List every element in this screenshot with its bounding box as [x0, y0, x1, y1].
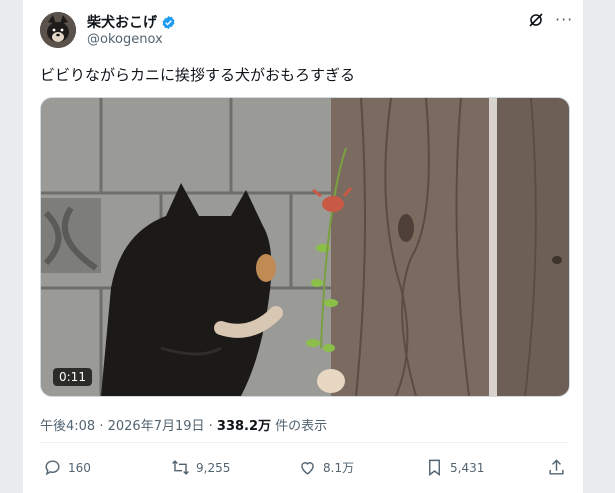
like-count: 8.1万: [323, 461, 355, 475]
more-options-icon[interactable]: ···: [555, 10, 573, 29]
author-handle[interactable]: @okogenox: [87, 32, 163, 47]
heart-icon: [301, 462, 314, 475]
bookmark-button[interactable]: 5,431: [425, 458, 484, 477]
tweet-card: 柴犬おこげ @okogenox ··· ビビりながらカニに挨拶する犬がおもろすぎ…: [23, 0, 583, 493]
tweet-video[interactable]: 0:11: [40, 97, 570, 397]
reply-icon: [45, 460, 60, 476]
repost-icon: [172, 460, 189, 475]
avatar[interactable]: [40, 12, 76, 48]
view-count: 338.2万: [216, 419, 272, 434]
meta-separator: ·: [95, 419, 108, 434]
grok-icon[interactable]: [528, 12, 544, 28]
bookmark-icon: [429, 459, 440, 477]
reply-count: 160: [68, 460, 91, 475]
video-duration: 0:11: [53, 368, 92, 386]
video-frame: [41, 98, 569, 396]
bookmark-count: 5,431: [450, 460, 485, 475]
meta-separator: ·: [204, 419, 217, 434]
tweet-text: ビビりながらカニに挨拶する犬がおもろすぎる: [40, 66, 356, 84]
share-icon: [549, 459, 564, 475]
share-button[interactable]: [547, 458, 566, 477]
view-count-label: 件の表示: [271, 419, 328, 434]
action-bar: 160 9,255 8.1万 5,431: [43, 458, 568, 482]
divider: [40, 442, 568, 443]
author-name-text[interactable]: 柴犬おこげ: [87, 12, 157, 32]
post-time[interactable]: 午後4:08: [40, 419, 95, 434]
verified-badge-icon: [162, 15, 175, 29]
post-date[interactable]: 2026年7月19日: [108, 419, 205, 434]
like-button[interactable]: 8.1万: [298, 458, 354, 477]
author-name[interactable]: 柴犬おこげ: [87, 12, 176, 32]
repost-button[interactable]: 9,255: [171, 458, 230, 477]
reply-button[interactable]: 160: [43, 458, 91, 477]
repost-count: 9,255: [196, 460, 231, 475]
tweet-meta: 午後4:08 · 2026年7月19日 · 338.2万 件の表示: [40, 415, 327, 434]
